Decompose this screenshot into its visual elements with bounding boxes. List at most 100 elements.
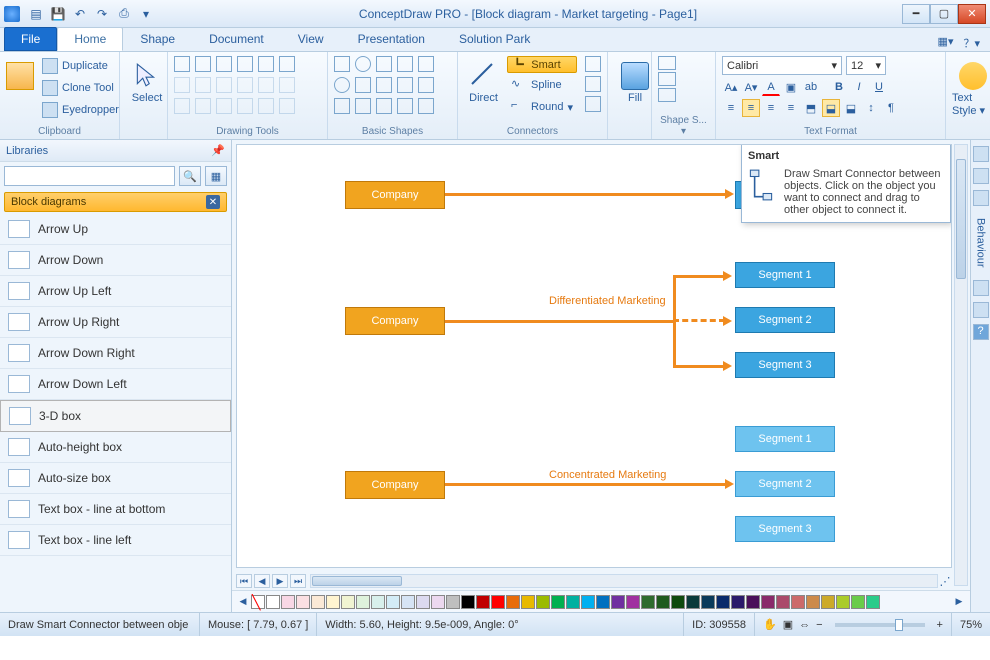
color-swatch[interactable] [551, 595, 565, 609]
lib-item-3d-box[interactable]: 3-D box [0, 400, 231, 432]
color-swatch[interactable] [566, 595, 580, 609]
color-swatch[interactable] [536, 595, 550, 609]
page-last-icon[interactable]: ⏭ [290, 574, 306, 588]
zoom-out-icon[interactable]: − [816, 619, 822, 631]
qat-dropdown-icon[interactable]: ▾ [138, 6, 154, 22]
qat-print-icon[interactable]: ⎙ [116, 6, 132, 22]
color-swatch[interactable] [491, 595, 505, 609]
tab-view[interactable]: View [281, 27, 341, 51]
dock-icon-3[interactable] [973, 190, 989, 206]
font-family-select[interactable]: Calibri▾ [722, 56, 842, 75]
block-seg-3-3[interactable]: Segment 3 [735, 516, 835, 542]
conn-misc-3-icon[interactable] [585, 96, 601, 112]
color-swatch[interactable] [476, 595, 490, 609]
tab-presentation[interactable]: Presentation [341, 27, 442, 51]
block-seg-2-3[interactable]: Segment 3 [735, 352, 835, 378]
scroll-thumb[interactable] [312, 576, 402, 586]
lib-item-arrow-down-left[interactable]: Arrow Down Left [0, 369, 231, 400]
color-swatch[interactable] [866, 595, 880, 609]
color-swatch[interactable] [446, 595, 460, 609]
close-library-icon[interactable]: ✕ [206, 195, 220, 209]
duplicate-button[interactable]: Duplicate [38, 56, 123, 76]
zoom-in-icon[interactable]: + [937, 619, 943, 631]
block-company-3[interactable]: Company [345, 471, 445, 499]
bold-button[interactable]: B [830, 78, 848, 96]
lib-item-text-box-left[interactable]: Text box - line left [0, 525, 231, 556]
italic-button[interactable]: I [850, 78, 868, 96]
color-swatch[interactable] [596, 595, 610, 609]
zoom-knob[interactable] [895, 619, 903, 631]
lib-item-auto-size-box[interactable]: Auto-size box [0, 463, 231, 494]
color-swatch[interactable] [626, 595, 640, 609]
shape-sample-1-icon[interactable] [658, 56, 676, 70]
align-justify-icon[interactable]: ≡ [782, 99, 800, 117]
color-swatch[interactable] [326, 595, 340, 609]
close-button[interactable]: ✕ [958, 4, 986, 24]
shape-sample-2-icon[interactable] [658, 72, 676, 86]
fit-width-icon[interactable]: ⇔ [799, 619, 810, 631]
dock-icon-1[interactable] [973, 146, 989, 162]
connector-r1[interactable] [445, 193, 727, 196]
dock-icon-6[interactable]: ? [973, 324, 989, 340]
fit-page-icon[interactable]: ▣ [783, 618, 793, 631]
block-company-1[interactable]: Company [345, 181, 445, 209]
lib-item-arrow-down[interactable]: Arrow Down [0, 245, 231, 276]
connector-r3[interactable] [445, 483, 727, 486]
eyedropper-button[interactable]: Eyedropper [38, 100, 123, 120]
round-button[interactable]: ⌐Round ▾ [507, 97, 577, 117]
lib-item-auto-height-box[interactable]: Auto-height box [0, 432, 231, 463]
maximize-button[interactable]: ▢ [930, 4, 958, 24]
page-prev-icon[interactable]: ◀ [254, 574, 270, 588]
lib-item-arrow-up-right[interactable]: Arrow Up Right [0, 307, 231, 338]
tab-shape[interactable]: Shape [123, 27, 192, 51]
color-swatch[interactable] [581, 595, 595, 609]
color-swatch[interactable] [401, 595, 415, 609]
block-company-2[interactable]: Company [345, 307, 445, 335]
drawing-tools-grid[interactable] [174, 56, 321, 116]
pan-icon[interactable]: ✋ [763, 618, 777, 631]
color-swatch[interactable] [506, 595, 520, 609]
color-swatch[interactable] [686, 595, 700, 609]
block-seg-2-2[interactable]: Segment 2 [735, 307, 835, 333]
block-seg-3-2[interactable]: Segment 2 [735, 471, 835, 497]
basic-shapes-grid[interactable] [334, 56, 451, 116]
color-swatch[interactable] [836, 595, 850, 609]
direct-button[interactable]: Direct [464, 56, 503, 124]
font-size-select[interactable]: 12▾ [846, 56, 886, 75]
window-layout-icon[interactable]: ▦▾ [938, 35, 954, 51]
valign-mid-icon[interactable]: ⬓ [822, 99, 840, 117]
fill-button[interactable]: Fill [614, 56, 656, 104]
underline-button[interactable]: U [870, 78, 888, 96]
search-button[interactable]: 🔍 [179, 166, 201, 186]
qat-undo-icon[interactable]: ↶ [72, 6, 88, 22]
align-right-icon[interactable]: ≡ [762, 99, 780, 117]
dock-icon-4[interactable] [973, 280, 989, 296]
color-swatch[interactable] [356, 595, 370, 609]
strike-icon[interactable]: ab [802, 78, 820, 96]
tab-home[interactable]: Home [57, 27, 123, 51]
dock-icon-2[interactable] [973, 168, 989, 184]
minimize-button[interactable]: ━ [902, 4, 930, 24]
color-swatch[interactable] [266, 595, 280, 609]
conn-misc-2-icon[interactable] [585, 76, 601, 92]
block-seg-2-1[interactable]: Segment 1 [735, 262, 835, 288]
scroll-thumb[interactable] [956, 159, 966, 279]
no-fill-swatch[interactable]: ╲ [251, 595, 265, 609]
connector-r2-bot[interactable] [673, 365, 725, 368]
conn-misc-1-icon[interactable] [585, 56, 601, 72]
page-next-icon[interactable]: ▶ [272, 574, 288, 588]
text-style-button[interactable]: Text Style ▾ [952, 56, 990, 117]
qat-save-icon[interactable]: 💾 [50, 6, 66, 22]
color-swatch[interactable] [761, 595, 775, 609]
color-swatch[interactable] [731, 595, 745, 609]
connector-r2-top[interactable] [673, 275, 725, 278]
qat-redo-icon[interactable]: ↷ [94, 6, 110, 22]
color-swatch[interactable] [461, 595, 475, 609]
valign-bot-icon[interactable]: ⬓ [842, 99, 860, 117]
color-swatch[interactable] [281, 595, 295, 609]
dock-icon-5[interactable] [973, 302, 989, 318]
color-swatch[interactable] [791, 595, 805, 609]
block-seg-3-1[interactable]: Segment 1 [735, 426, 835, 452]
horizontal-scrollbar[interactable] [310, 574, 938, 588]
behaviour-tab[interactable]: Behaviour [975, 218, 987, 268]
